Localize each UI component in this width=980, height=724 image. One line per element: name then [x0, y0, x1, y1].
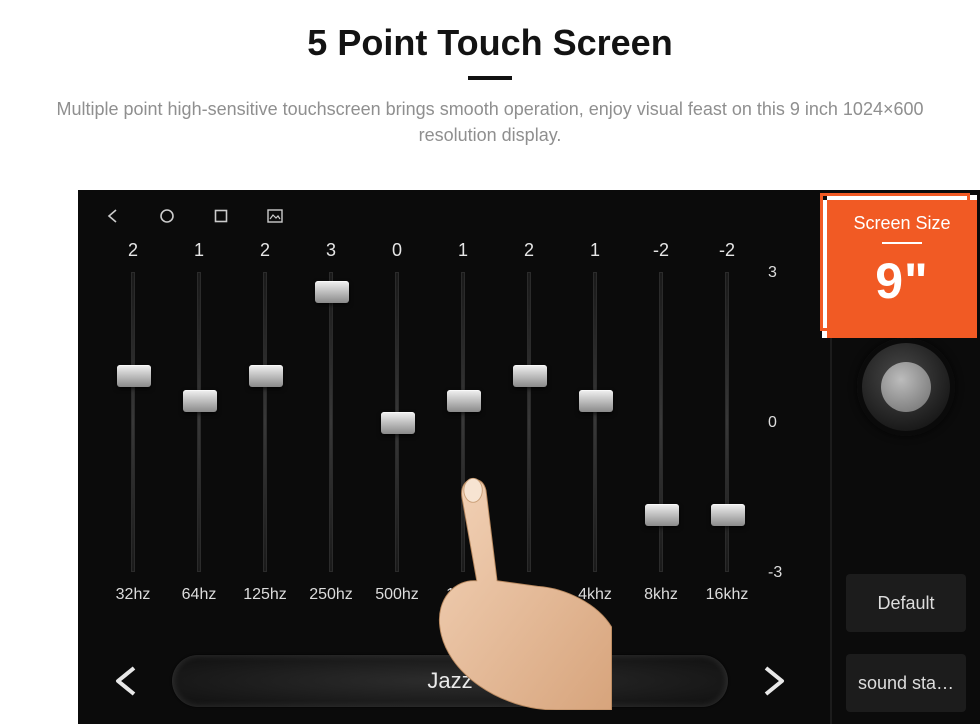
back-icon[interactable] — [104, 207, 122, 225]
eq-slider-thumb[interactable] — [183, 390, 217, 412]
equalizer-panel: 2 32hz 1 64hz 2 125hz 3 250hz 0 500hz 1 1khz 2 2khz 1 4… — [78, 236, 818, 724]
scale-label-top: 3 — [768, 264, 777, 282]
eq-band-value: 2 — [128, 240, 138, 266]
dial-knob — [881, 362, 931, 412]
eq-slider-thumb[interactable] — [579, 390, 613, 412]
eq-slider-thumb[interactable] — [447, 390, 481, 412]
eq-band: 2 32hz — [100, 240, 166, 604]
scale-label-mid: 0 — [768, 414, 777, 432]
eq-slider-thumb[interactable] — [381, 412, 415, 434]
preset-name: Jazz — [427, 668, 472, 694]
eq-slider-thumb[interactable] — [249, 365, 283, 387]
badge-value: 9" — [830, 252, 974, 310]
eq-band: 2 2khz — [496, 240, 562, 604]
eq-slider-thumb[interactable] — [315, 281, 349, 303]
preset-next-button[interactable] — [746, 654, 800, 708]
eq-band-freq: 2khz — [512, 586, 546, 604]
eq-band-freq: 64hz — [182, 586, 217, 604]
eq-band-value: 1 — [458, 240, 468, 266]
eq-band-value: 2 — [524, 240, 534, 266]
eq-band: -2 8khz — [628, 240, 694, 604]
eq-band: 3 250hz — [298, 240, 364, 604]
hero-subtitle: Multiple point high-sensitive touchscree… — [55, 96, 925, 148]
eq-slider-thumb[interactable] — [645, 504, 679, 526]
eq-band-value: 0 — [392, 240, 402, 266]
eq-band-freq: 250hz — [309, 586, 353, 604]
eq-band: -2 16khz — [694, 240, 760, 604]
screen-size-badge: Screen Size 9" — [827, 200, 977, 338]
sound-stage-label: sound sta… — [858, 673, 954, 694]
gallery-icon[interactable] — [266, 207, 284, 225]
eq-band-freq: 4khz — [578, 586, 612, 604]
eq-slider[interactable] — [659, 272, 663, 572]
sound-stage-button[interactable]: sound sta… — [846, 654, 966, 712]
eq-band-freq: 500hz — [375, 586, 419, 604]
home-icon[interactable] — [158, 207, 176, 225]
eq-band-freq: 125hz — [243, 586, 287, 604]
preset-prev-button[interactable] — [100, 654, 154, 708]
eq-band-freq: 8khz — [644, 586, 678, 604]
eq-slider-thumb[interactable] — [513, 365, 547, 387]
badge-label: Screen Size — [830, 203, 974, 234]
eq-band-value: 1 — [194, 240, 204, 266]
eq-band: 1 64hz — [166, 240, 232, 604]
eq-band-value: 3 — [326, 240, 336, 266]
badge-underline — [882, 242, 922, 244]
eq-band-freq: 32hz — [116, 586, 151, 604]
recent-apps-icon[interactable] — [212, 207, 230, 225]
eq-band-value: -2 — [653, 240, 669, 266]
default-button-label: Default — [877, 593, 934, 614]
eq-scale: 3 0 -3 — [768, 270, 808, 570]
eq-slider-thumb[interactable] — [711, 504, 745, 526]
eq-slider[interactable] — [527, 272, 531, 572]
default-button[interactable]: Default — [846, 574, 966, 632]
eq-band-freq: 16khz — [706, 586, 749, 604]
eq-band-value: 1 — [590, 240, 600, 266]
eq-band: 1 4khz — [562, 240, 628, 604]
eq-band-value: -2 — [719, 240, 735, 266]
hero-underline — [468, 76, 512, 80]
eq-band: 1 1khz — [430, 240, 496, 604]
eq-slider[interactable] — [131, 272, 135, 572]
eq-slider[interactable] — [725, 272, 729, 572]
eq-slider[interactable] — [395, 272, 399, 572]
volume-dial[interactable] — [857, 338, 955, 436]
eq-slider[interactable] — [329, 272, 333, 572]
eq-slider[interactable] — [593, 272, 597, 572]
hero-title: 5 Point Touch Screen — [0, 0, 980, 64]
scale-label-bottom: -3 — [768, 564, 782, 582]
eq-band: 2 125hz — [232, 240, 298, 604]
eq-band-freq: 1khz — [446, 586, 480, 604]
eq-slider[interactable] — [263, 272, 267, 572]
eq-band-value: 2 — [260, 240, 270, 266]
preset-pill[interactable]: Jazz — [172, 655, 728, 707]
eq-slider[interactable] — [461, 272, 465, 572]
preset-bar: Jazz — [100, 648, 800, 714]
eq-slider-thumb[interactable] — [117, 365, 151, 387]
eq-band: 0 500hz — [364, 240, 430, 604]
eq-slider[interactable] — [197, 272, 201, 572]
